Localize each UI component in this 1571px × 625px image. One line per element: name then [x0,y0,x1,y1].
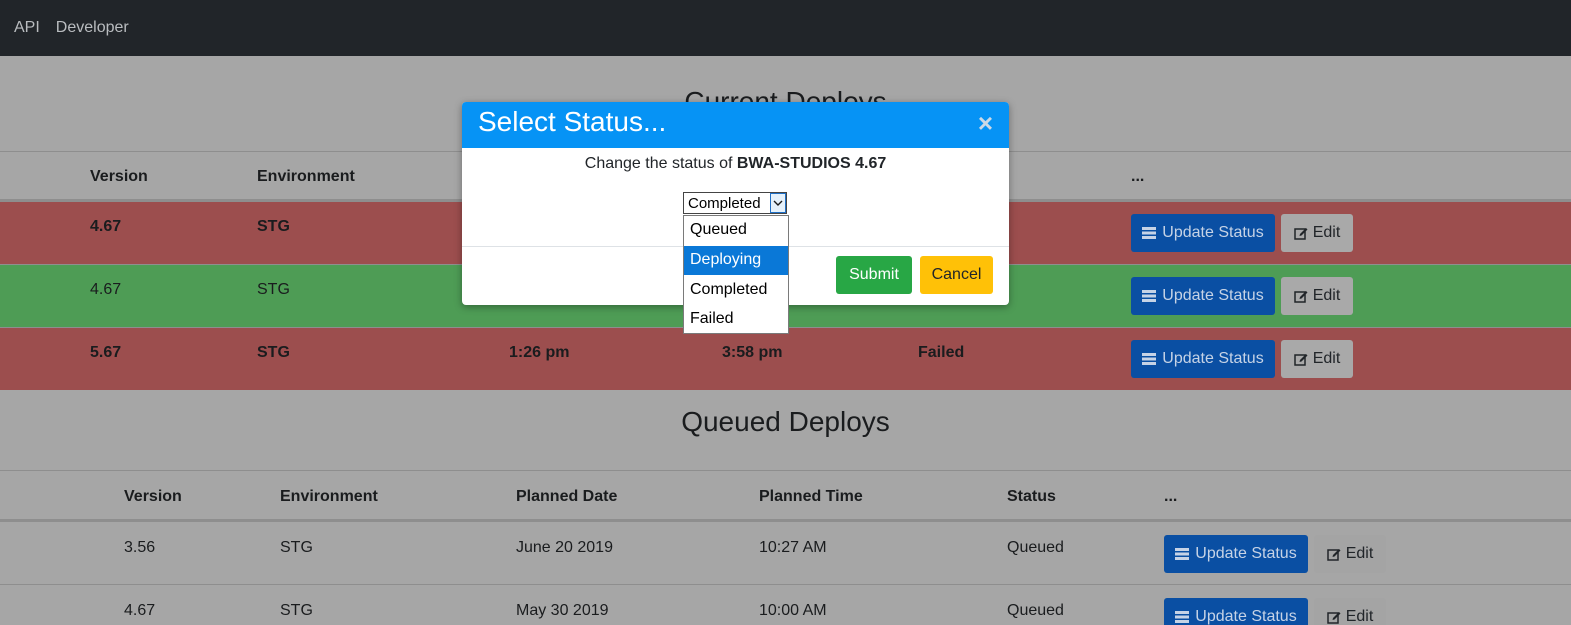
nav-link-api[interactable]: API [14,19,40,37]
row-planned-date: May 30 2019 [516,602,609,619]
edit-label: Edit [1312,224,1341,241]
top-navbar: API Developer [0,0,1571,56]
row-planned-date: June 20 2019 [516,539,613,556]
server-icon [1142,227,1157,239]
row-environment: STG [257,344,290,361]
modal-title: Select Status... [478,106,667,137]
edit-button[interactable]: Edit [1314,598,1386,625]
row-environment: STG [257,281,290,298]
server-icon [1142,290,1157,302]
edit-label: Edit [1312,350,1341,367]
column-planned-time: Planned Time [759,488,863,505]
modal-message: Change the status of BWA-STUDIOS 4.67 [462,155,1009,173]
table-row: 3.56 STG June 20 2019 10:27 AM Queued Up… [0,521,1571,584]
row-version: 4.67 [124,602,156,619]
edit-icon [1293,354,1308,366]
update-status-label: Update Status [1162,287,1264,304]
column-status: Status [1007,488,1056,505]
update-status-button[interactable]: Update Status [1164,598,1308,625]
update-status-label: Update Status [1162,224,1264,241]
row-environment: STG [280,539,313,556]
row-planned-time: 10:00 AM [759,602,827,619]
server-icon [1142,353,1157,365]
row-environment: STG [280,602,313,619]
update-status-button[interactable]: Update Status [1131,214,1275,252]
row-version: 4.67 [90,218,122,235]
option-deploying[interactable]: Deploying [684,246,788,275]
column-actions: ... [1131,168,1145,185]
queued-deploys-title: Queued Deploys [681,406,890,437]
column-environment: Environment [280,488,378,505]
row-planned-time: 10:27 AM [759,539,827,556]
update-status-label: Update Status [1195,608,1297,625]
update-status-label: Update Status [1162,350,1264,367]
queued-table-header: Version Environment Planned Date Planned… [0,470,1571,521]
option-queued[interactable]: Queued [684,216,788,245]
column-actions: ... [1164,488,1178,505]
edit-button[interactable]: Edit [1281,340,1353,378]
column-planned-date: Planned Date [516,488,618,505]
row-start-time: 1:26 pm [509,344,570,361]
row-version: 5.67 [90,344,122,361]
edit-button[interactable]: Edit [1281,277,1353,315]
cancel-button[interactable]: Cancel [920,256,993,294]
edit-icon [1326,549,1341,561]
edit-icon [1293,291,1308,303]
edit-label: Edit [1312,287,1341,304]
table-row: 4.67 STG May 30 2019 10:00 AM Queued Upd… [0,584,1571,625]
row-version: 4.67 [90,281,122,298]
row-end-time: 3:58 pm [722,344,783,361]
row-status: Queued [1007,539,1064,556]
close-icon[interactable]: × [978,108,993,139]
row-status: Queued [1007,602,1064,619]
column-version: Version [90,168,148,185]
edit-button[interactable]: Edit [1314,535,1386,573]
edit-label: Edit [1345,608,1374,625]
column-version: Version [124,488,182,505]
edit-button[interactable]: Edit [1281,214,1353,252]
modal-header: Select Status... × [462,102,1009,148]
update-status-button[interactable]: Update Status [1164,535,1308,573]
column-environment: Environment [257,168,355,185]
server-icon [1175,548,1190,560]
chevron-down-icon[interactable] [770,193,786,213]
status-dropdown-list: Queued Deploying Completed Failed [683,215,789,334]
modal-message-target: BWA-STUDIOS 4.67 [736,155,887,172]
status-select-value: Completed [688,195,761,212]
option-completed[interactable]: Completed [684,276,788,305]
edit-icon [1326,612,1341,624]
update-status-label: Update Status [1195,545,1297,562]
row-version: 3.56 [124,539,156,556]
submit-button[interactable]: Submit [836,256,912,294]
nav-link-developer[interactable]: Developer [56,19,129,37]
edit-icon [1293,228,1308,240]
row-status: Failed [918,344,965,361]
edit-label: Edit [1345,545,1374,562]
update-status-button[interactable]: Update Status [1131,277,1275,315]
status-select[interactable]: Completed [683,192,787,214]
row-environment: STG [257,218,290,235]
server-icon [1175,611,1190,623]
option-failed[interactable]: Failed [684,305,788,334]
table-row: 5.67 STG 1:26 pm 3:58 pm Failed Update S… [0,327,1571,390]
modal-message-prefix: Change the status of [584,155,737,172]
update-status-button[interactable]: Update Status [1131,340,1275,378]
